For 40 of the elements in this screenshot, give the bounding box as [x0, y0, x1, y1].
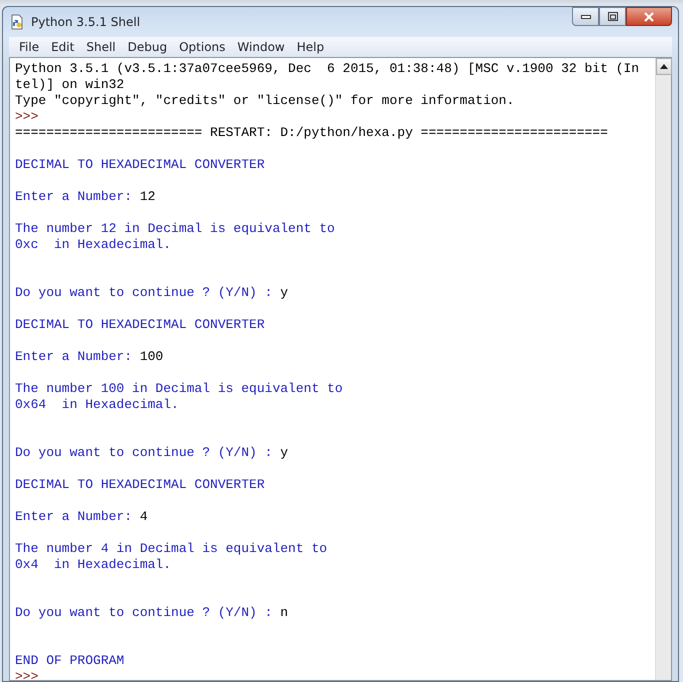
menu-item[interactable]: File [13, 38, 46, 56]
window-title: Python 3.5.1 Shell [31, 14, 140, 31]
output-line: DECIMAL TO HEXADECIMAL CONVERTER [15, 477, 265, 492]
output-line: END OF PROGRAM [15, 653, 124, 668]
shell-prompt: >>> [15, 109, 38, 124]
up-arrow-icon [660, 64, 668, 69]
output-line: Type "copyright", "credits" or "license()" for more information. [15, 93, 514, 108]
output-line: The number 4 in Decimal is equivalent to [15, 541, 328, 556]
output-line: Enter a Number: 12 [15, 189, 156, 204]
output-line: Do you want to continue ? (Y/N) : n [15, 605, 288, 620]
output-line: DECIMAL TO HEXADECIMAL CONVERTER [15, 317, 265, 332]
output-line: 0x4 in Hexadecimal. [15, 557, 172, 572]
menu-item[interactable]: Debug [122, 38, 174, 56]
maximize-icon [608, 12, 618, 21]
output-line: Do you want to continue ? (Y/N) : y [15, 285, 288, 300]
close-button[interactable] [626, 7, 672, 26]
menu-item[interactable]: Shell [80, 38, 122, 56]
close-icon [643, 12, 655, 22]
output-line: ======================== RESTART: D:/python/hexa.py ======================== [15, 125, 608, 140]
maximize-button[interactable] [599, 7, 626, 26]
output-line: Do you want to continue ? (Y/N) : y [15, 445, 288, 460]
menu-item[interactable]: Help [290, 38, 330, 56]
output-line: Python 3.5.1 (v3.5.1:37a07cee5969, Dec 6 2015, 01:38:48) [MSC v.1900 32 bit (In [15, 61, 640, 76]
python-file-icon [9, 14, 25, 30]
output-line: The number 100 in Decimal is equivalent to [15, 381, 343, 396]
menu-item[interactable]: Window [231, 38, 291, 56]
output-line: Enter a Number: 4 [15, 509, 148, 524]
output-line: Enter a Number: 100 [15, 349, 164, 364]
output-line: tel)] on win32 [15, 77, 124, 92]
output-line: 0xc in Hexadecimal. [15, 237, 172, 252]
shell-prompt: >>> [15, 669, 38, 680]
menu-item[interactable]: Options [173, 38, 232, 56]
scroll-up-button[interactable] [656, 58, 672, 75]
output-line: DECIMAL TO HEXADECIMAL CONVERTER [15, 157, 265, 172]
menu-item[interactable]: Edit [45, 38, 80, 56]
minimize-button[interactable] [572, 7, 599, 26]
output-line: The number 12 in Decimal is equivalent to [15, 221, 335, 236]
scrollbar[interactable] [655, 58, 671, 680]
minimize-icon [580, 14, 590, 18]
output-line: 0x64 in Hexadecimal. [15, 397, 179, 412]
